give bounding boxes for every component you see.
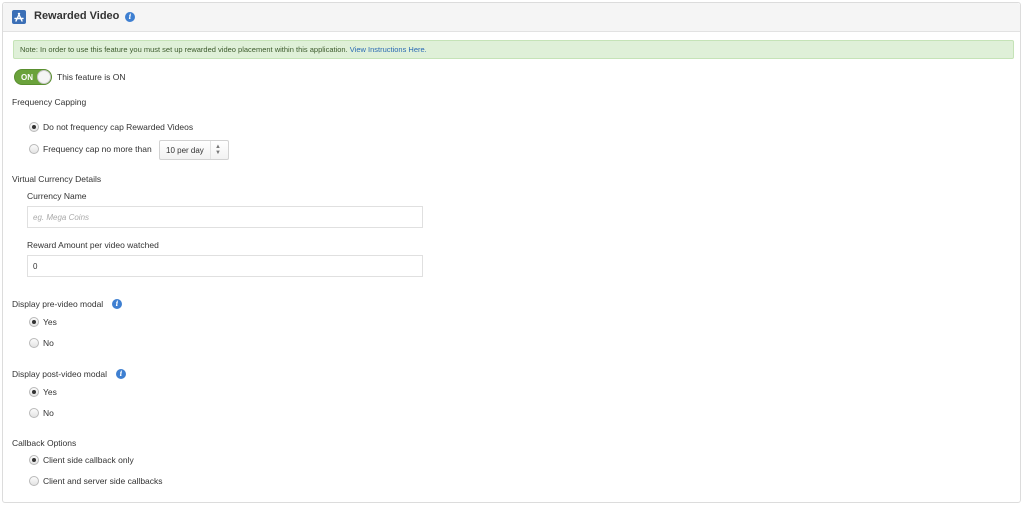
virtual-currency-title: Virtual Currency Details xyxy=(12,174,102,184)
panel-header: Rewarded Video i xyxy=(3,3,1020,32)
radio-client-callback[interactable] xyxy=(29,455,39,465)
app-store-icon xyxy=(12,10,26,24)
setup-note: Note: In order to use this feature you m… xyxy=(13,40,1014,59)
radio-post-video-yes[interactable] xyxy=(29,387,39,397)
radio-no-frequency-cap-label: Do not frequency cap Rewarded Videos xyxy=(43,122,194,132)
radio-pre-video-no[interactable] xyxy=(29,338,39,348)
view-instructions-link[interactable]: View Instructions Here. xyxy=(350,45,427,54)
frequency-cap-select[interactable]: 10 per day ▲ ▼ xyxy=(159,140,229,160)
currency-name-label: Currency Name xyxy=(27,191,87,201)
frequency-cap-select-value: 10 per day xyxy=(166,146,204,155)
toggle-on-label: ON xyxy=(21,73,33,82)
radio-client-server-callback[interactable] xyxy=(29,476,39,486)
post-video-modal-title: Display post-video modal xyxy=(12,369,107,379)
info-icon[interactable]: i xyxy=(125,12,135,22)
radio-post-video-yes-label: Yes xyxy=(43,387,57,397)
up-down-arrows-icon: ▲ ▼ xyxy=(215,144,221,156)
radio-pre-video-yes[interactable] xyxy=(29,317,39,327)
radio-pre-video-no-label: No xyxy=(43,338,54,348)
select-divider xyxy=(210,141,211,159)
pre-video-modal-title: Display pre-video modal xyxy=(12,299,104,309)
callback-options-title: Callback Options xyxy=(12,438,77,448)
reward-amount-input[interactable]: 0 xyxy=(27,255,423,277)
panel-title: Rewarded Video xyxy=(34,10,120,22)
toggle-knob[interactable] xyxy=(37,70,51,84)
info-icon[interactable]: i xyxy=(116,369,126,379)
currency-name-input[interactable]: eg. Mega Coins xyxy=(27,206,423,228)
radio-post-video-no-label: No xyxy=(43,408,54,418)
feature-status-text: This feature is ON xyxy=(57,72,126,82)
frequency-capping-title: Frequency Capping xyxy=(12,97,87,107)
info-icon[interactable]: i xyxy=(112,299,122,309)
rewarded-video-panel: Rewarded Video i Note: In order to use t… xyxy=(2,2,1021,503)
radio-client-server-callback-label: Client and server side callbacks xyxy=(43,476,163,486)
radio-frequency-cap[interactable] xyxy=(29,144,39,154)
radio-frequency-cap-label: Frequency cap no more than xyxy=(43,144,152,154)
radio-client-callback-label: Client side callback only xyxy=(43,455,134,465)
feature-toggle[interactable]: ON xyxy=(14,69,52,85)
radio-no-frequency-cap[interactable] xyxy=(29,122,39,132)
radio-post-video-no[interactable] xyxy=(29,408,39,418)
radio-pre-video-yes-label: Yes xyxy=(43,317,57,327)
note-text: Note: In order to use this feature you m… xyxy=(20,45,348,54)
reward-amount-label: Reward Amount per video watched xyxy=(27,240,159,250)
